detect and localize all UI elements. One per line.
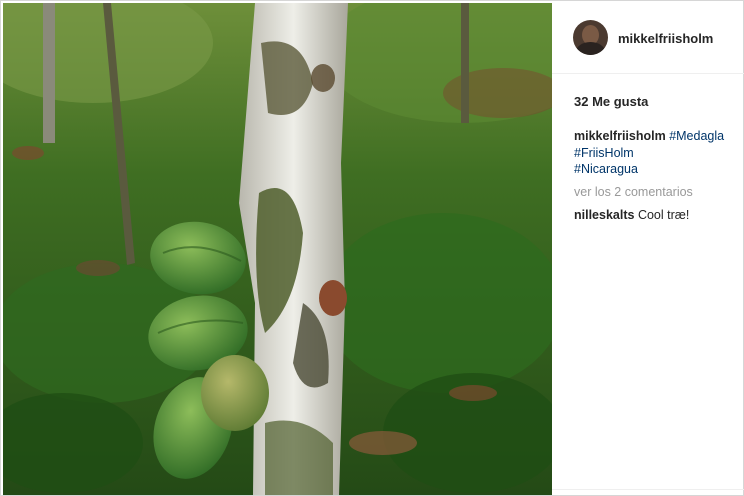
username-link[interactable]: mikkelfriisholm <box>618 31 713 46</box>
cacao-tree-image <box>3 3 552 495</box>
comment-text: Cool træ! <box>637 208 690 222</box>
hashtag-nicaragua[interactable]: #Nicaragua <box>574 162 638 176</box>
view-comments-link[interactable]: ver los 2 comentarios <box>574 185 693 199</box>
post-caption: mikkelfriisholm #Medagla #FriisHolm #Nic… <box>574 128 742 178</box>
post-header: mikkelfriisholm <box>552 2 744 74</box>
post-sidebar: mikkelfriisholm 32 Me gusta mikkelfriish… <box>552 2 744 496</box>
user-avatar[interactable] <box>573 20 608 55</box>
likes-count[interactable]: 32 Me gusta <box>574 94 648 109</box>
avatar-body-shape <box>576 42 605 55</box>
hashtag-friisholm[interactable]: #FriisHolm <box>574 146 634 160</box>
comment-item: nilleskalts Cool træ! <box>574 208 689 222</box>
instagram-post-frame: mikkelfriisholm 32 Me gusta mikkelfriish… <box>0 0 744 496</box>
divider <box>552 489 744 490</box>
comment-author-link[interactable]: nilleskalts <box>574 208 634 222</box>
hashtag-medagla[interactable]: #Medagla <box>669 129 724 143</box>
post-photo[interactable] <box>3 3 552 495</box>
caption-author-link[interactable]: mikkelfriisholm <box>574 129 666 143</box>
